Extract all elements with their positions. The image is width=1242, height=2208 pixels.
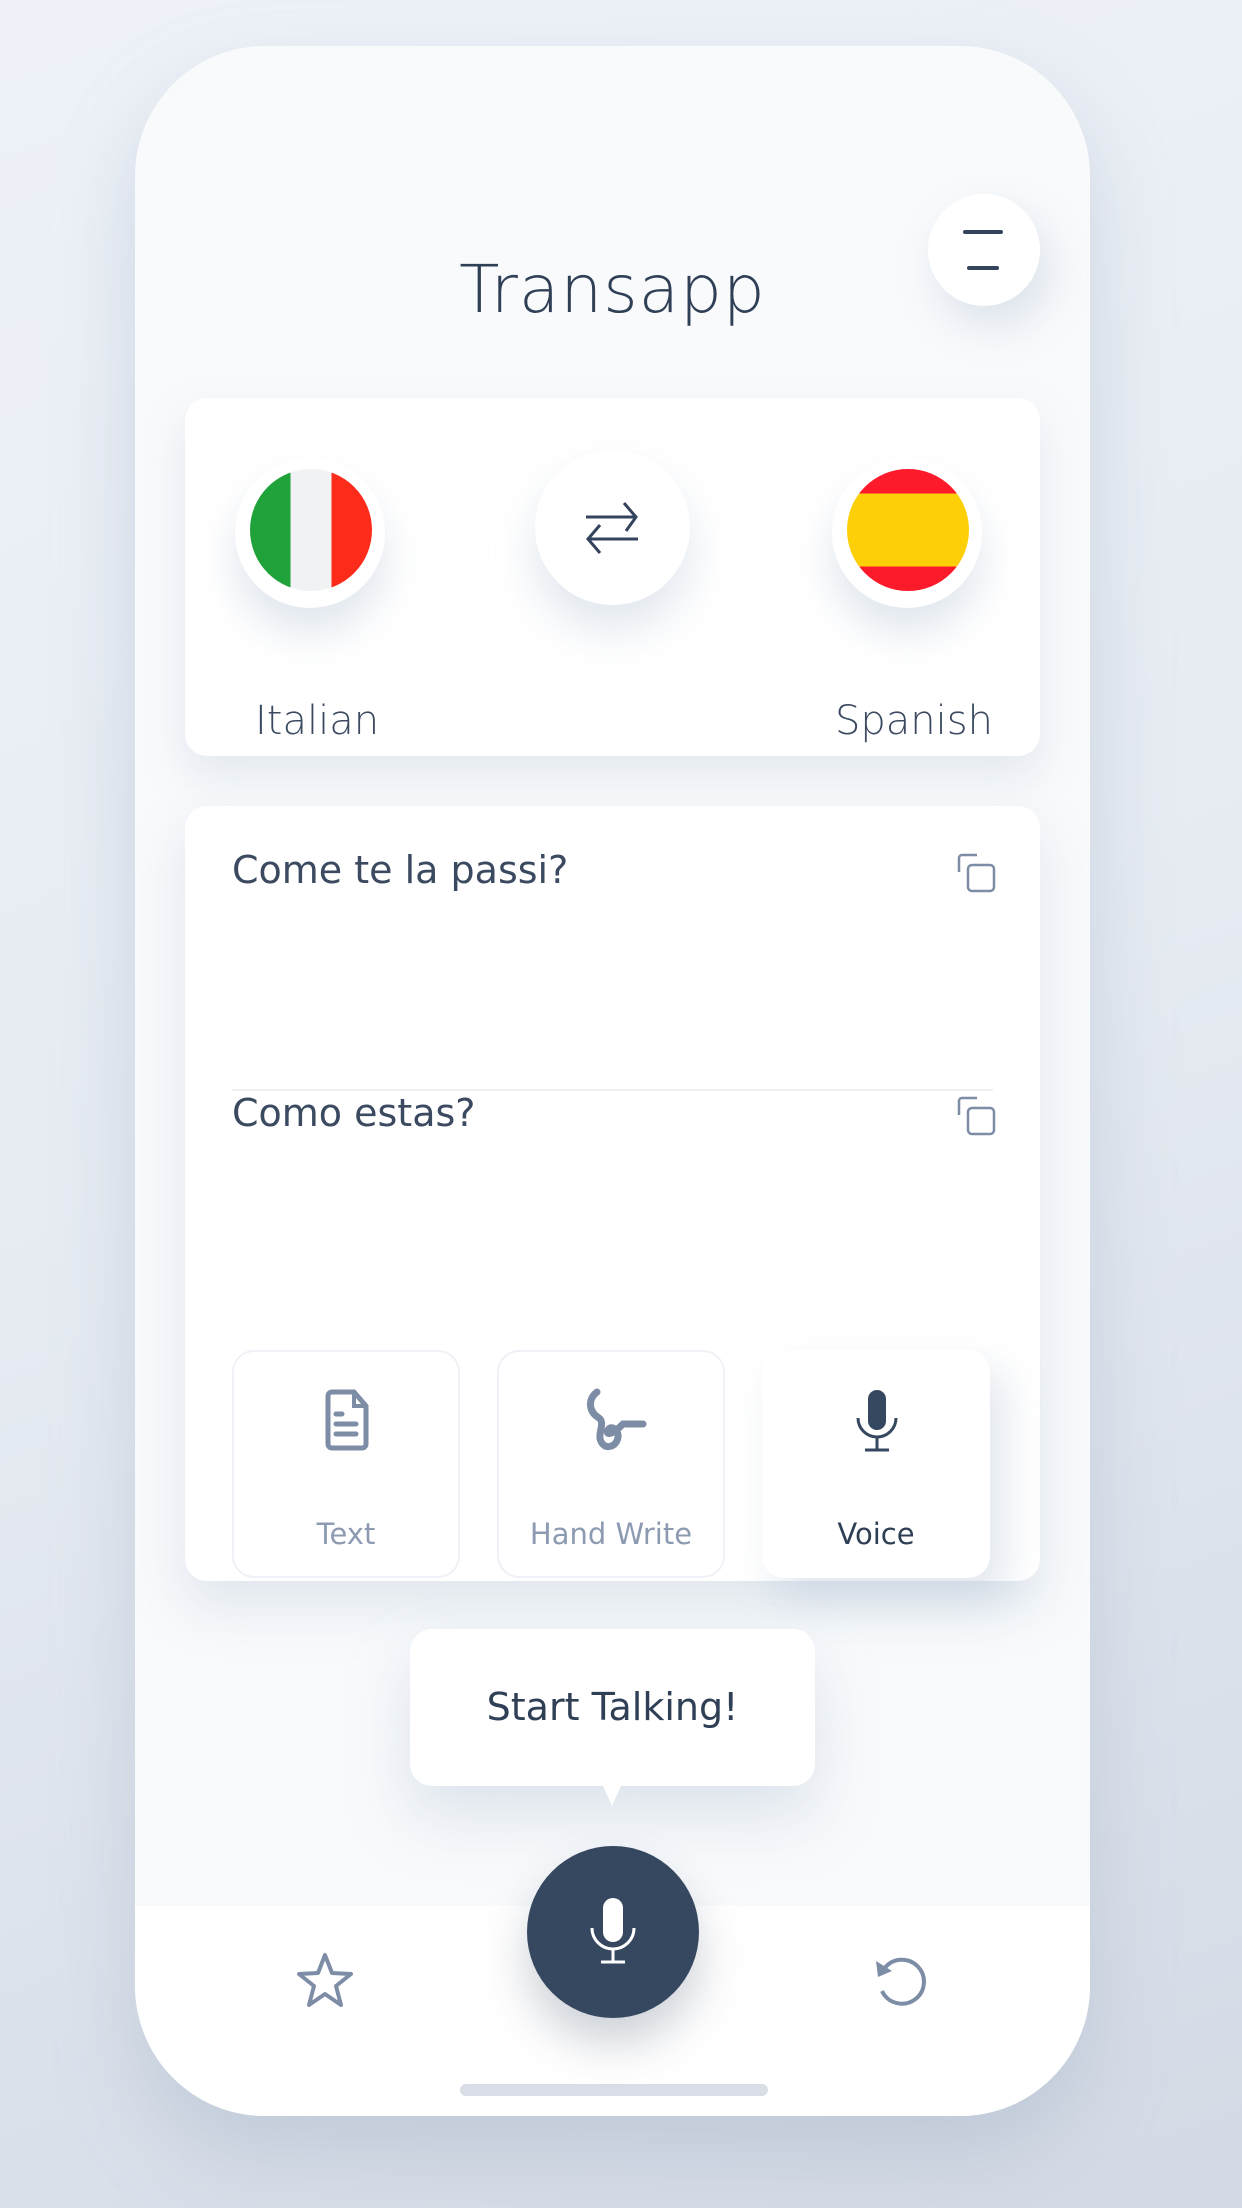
- source-text[interactable]: Come te la passi?: [232, 848, 568, 892]
- star-icon[interactable]: [295, 1951, 355, 2011]
- translated-text[interactable]: Como estas?: [232, 1091, 475, 1135]
- source-language-button[interactable]: [235, 458, 385, 608]
- microphone-icon: [856, 1390, 898, 1452]
- mode-handwrite-label: Hand Write: [529, 1517, 693, 1551]
- translation-card: Come te la passi? Como estas? Text Hand …: [185, 806, 1040, 1581]
- mode-voice-label: Voice: [837, 1517, 915, 1551]
- start-talking-tooltip: Start Talking!: [410, 1629, 815, 1806]
- target-language-button[interactable]: [832, 458, 982, 608]
- menu-button[interactable]: [928, 194, 1040, 306]
- italy-flag-icon: [250, 469, 372, 591]
- spain-flag-icon: [847, 469, 969, 591]
- mode-text-label: Text: [316, 1517, 376, 1551]
- record-voice-button[interactable]: [527, 1846, 699, 2018]
- document-icon: [325, 1389, 369, 1451]
- tooltip-tail: [602, 1784, 622, 1806]
- swap-arrows-icon: [586, 502, 638, 554]
- mode-voice-button[interactable]: Voice: [762, 1350, 990, 1578]
- swap-languages-button[interactable]: [535, 450, 690, 605]
- mode-text-button[interactable]: Text: [232, 1350, 460, 1578]
- history-icon[interactable]: [870, 1951, 930, 2011]
- language-selector-card: Italian Spanish: [185, 398, 1040, 756]
- home-indicator[interactable]: [460, 2084, 768, 2096]
- source-language-label: Italian: [255, 698, 380, 744]
- phone-screen: Transapp Italian Spanish Come te la pass…: [135, 46, 1090, 2116]
- target-language-label: Spanish: [835, 698, 993, 744]
- copy-icon[interactable]: [955, 1095, 999, 1139]
- tooltip-text: Start Talking!: [486, 1685, 739, 1729]
- mode-handwrite-button[interactable]: Hand Write: [497, 1350, 725, 1578]
- copy-icon[interactable]: [955, 852, 999, 896]
- microphone-icon: [590, 1898, 636, 1964]
- handwriting-icon: [587, 1388, 647, 1451]
